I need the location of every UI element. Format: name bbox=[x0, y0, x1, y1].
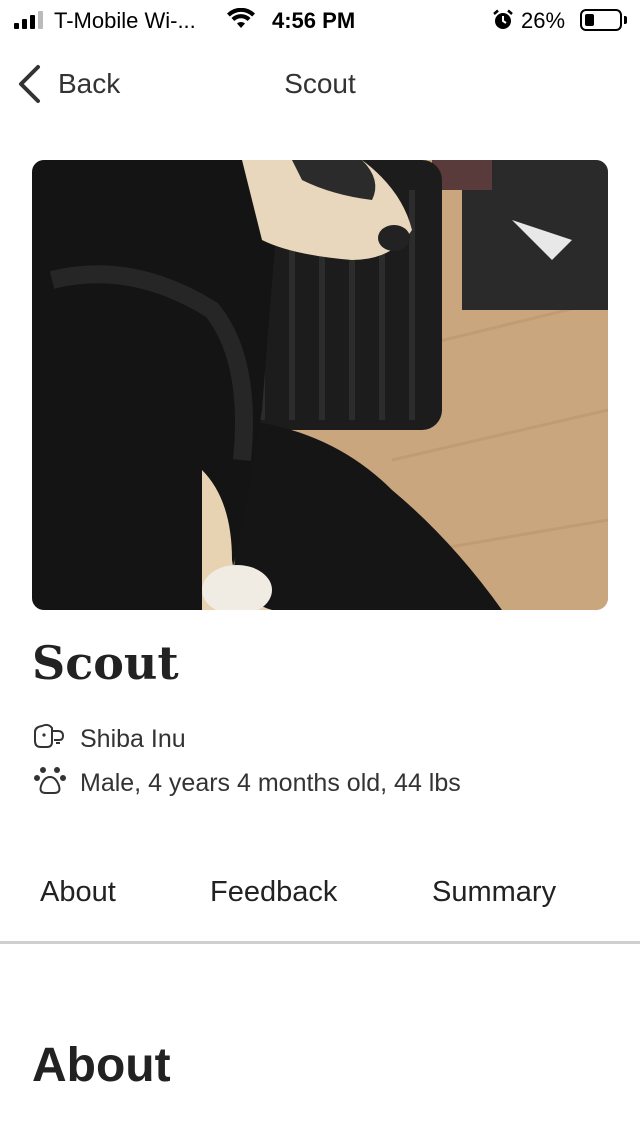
dog-head-icon bbox=[32, 722, 68, 757]
breed-text: Shiba Inu bbox=[80, 725, 186, 753]
carrier-label: T-Mobile Wi-... bbox=[54, 8, 196, 33]
navigation-bar: Back Scout bbox=[0, 52, 640, 120]
tab-feedback[interactable]: Feedback bbox=[210, 876, 337, 909]
wifi-icon bbox=[226, 7, 256, 36]
battery-nub bbox=[624, 16, 627, 24]
tab-about[interactable]: About bbox=[40, 876, 116, 909]
details-text: Male, 4 years 4 months old, 44 lbs bbox=[80, 769, 461, 797]
battery-percent: 26% bbox=[521, 8, 566, 33]
page-title: Scout bbox=[284, 68, 356, 99]
breed-row: Shiba Inu bbox=[32, 722, 186, 757]
alarm-icon bbox=[492, 9, 514, 37]
status-bar: T-Mobile Wi-... 4:56 PM 26% bbox=[0, 0, 640, 40]
signal-icon bbox=[14, 11, 43, 29]
details-row: Male, 4 years 4 months old, 44 lbs bbox=[32, 764, 461, 803]
tab-bar: About Feedback Summary bbox=[0, 860, 640, 944]
section-heading: About bbox=[32, 1039, 171, 1092]
pet-photo bbox=[32, 160, 608, 610]
paw-icon bbox=[32, 764, 68, 803]
pet-name: Scout bbox=[32, 636, 179, 690]
tab-summary[interactable]: Summary bbox=[432, 876, 556, 909]
battery-icon bbox=[580, 9, 622, 31]
clock: 4:56 PM bbox=[272, 8, 356, 33]
